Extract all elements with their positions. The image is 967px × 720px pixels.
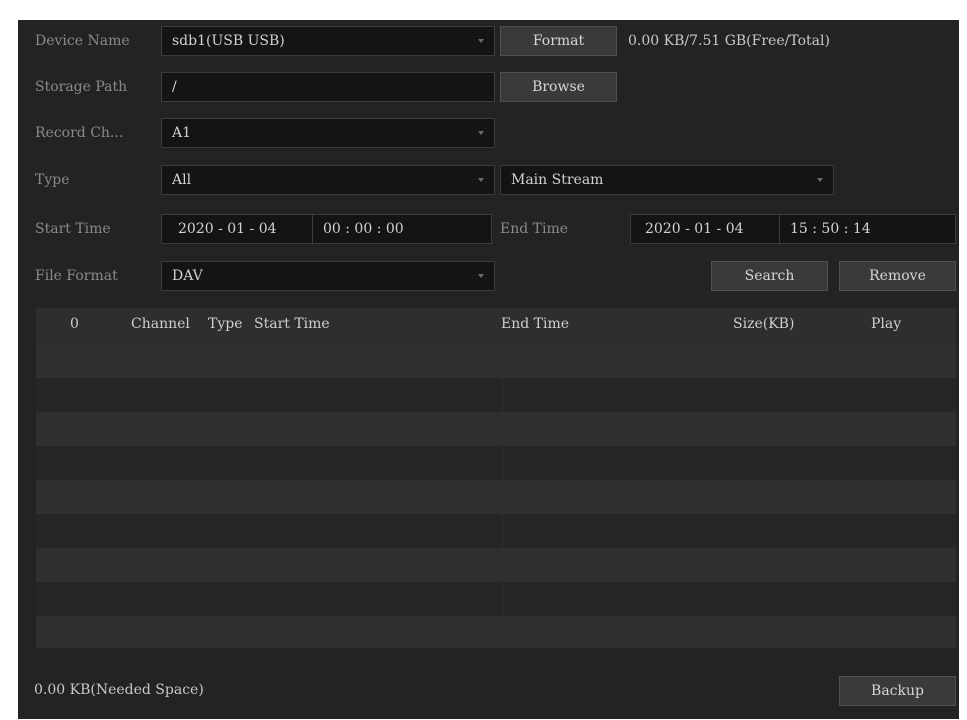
table-row xyxy=(36,344,956,378)
type-select[interactable]: All xyxy=(161,165,495,195)
record-channel-select[interactable]: A1 xyxy=(161,118,495,148)
caret-down-icon xyxy=(478,274,484,278)
caret-down-icon xyxy=(817,178,823,182)
select-all-count[interactable]: 0 xyxy=(70,308,79,340)
table-row xyxy=(36,514,956,548)
storage-path-field[interactable]: / xyxy=(161,72,495,102)
table-row xyxy=(36,582,956,616)
column-header-type: Type xyxy=(208,316,243,332)
search-button[interactable]: Search xyxy=(711,261,828,291)
file-list-table: 0 Channel Type Start Time End Time Size(… xyxy=(36,308,956,648)
caret-down-icon xyxy=(478,131,484,135)
capacity-text: 0.00 KB/7.51 GB(Free/Total) xyxy=(628,33,830,49)
column-header-end-time: End Time xyxy=(501,316,570,332)
record-channel-label: Record Ch... xyxy=(35,125,124,141)
end-date[interactable]: 2020 - 01 - 04 xyxy=(645,215,744,243)
stream-select[interactable]: Main Stream xyxy=(500,165,834,195)
file-format-select[interactable]: DAV xyxy=(161,261,495,291)
storage-path-value: / xyxy=(172,79,177,95)
type-value: All xyxy=(172,172,192,188)
device-name-value: sdb1(USB USB) xyxy=(172,33,285,49)
table-row xyxy=(36,616,956,648)
backup-panel: Device Name sdb1(USB USB) Format 0.00 KB… xyxy=(18,20,959,719)
table-header: 0 Channel Type Start Time End Time Size(… xyxy=(36,308,956,345)
start-clock[interactable]: 00 : 00 : 00 xyxy=(312,215,404,243)
backup-button[interactable]: Backup xyxy=(839,676,956,706)
start-time-field[interactable]: 2020 - 01 - 04 00 : 00 : 00 xyxy=(161,214,492,244)
device-name-label: Device Name xyxy=(35,33,130,49)
column-divider xyxy=(502,344,503,648)
caret-down-icon xyxy=(478,178,484,182)
storage-path-label: Storage Path xyxy=(35,79,128,95)
file-format-value: DAV xyxy=(172,268,203,284)
column-header-start-time: Start Time xyxy=(254,316,330,332)
end-time-field[interactable]: 2020 - 01 - 04 15 : 50 : 14 xyxy=(630,214,956,244)
table-row xyxy=(36,412,956,446)
file-format-label: File Format xyxy=(35,268,118,284)
table-row xyxy=(36,378,956,412)
browse-button[interactable]: Browse xyxy=(500,72,617,102)
end-clock[interactable]: 15 : 50 : 14 xyxy=(779,215,871,243)
column-header-size: Size(KB) xyxy=(733,316,795,332)
start-date[interactable]: 2020 - 01 - 04 xyxy=(178,215,277,243)
table-row xyxy=(36,446,956,480)
format-button[interactable]: Format xyxy=(500,26,617,56)
record-channel-value: A1 xyxy=(172,125,192,141)
type-label: Type xyxy=(35,172,70,188)
stream-value: Main Stream xyxy=(511,172,604,188)
column-header-play: Play xyxy=(871,316,902,332)
device-name-select[interactable]: sdb1(USB USB) xyxy=(161,26,495,56)
table-row xyxy=(36,480,956,514)
table-row xyxy=(36,548,956,582)
column-header-channel: Channel xyxy=(131,316,190,332)
start-time-label: Start Time xyxy=(35,221,111,237)
remove-button[interactable]: Remove xyxy=(839,261,956,291)
needed-space-text: 0.00 KB(Needed Space) xyxy=(34,682,204,698)
caret-down-icon xyxy=(478,39,484,43)
end-time-label: End Time xyxy=(500,221,569,237)
